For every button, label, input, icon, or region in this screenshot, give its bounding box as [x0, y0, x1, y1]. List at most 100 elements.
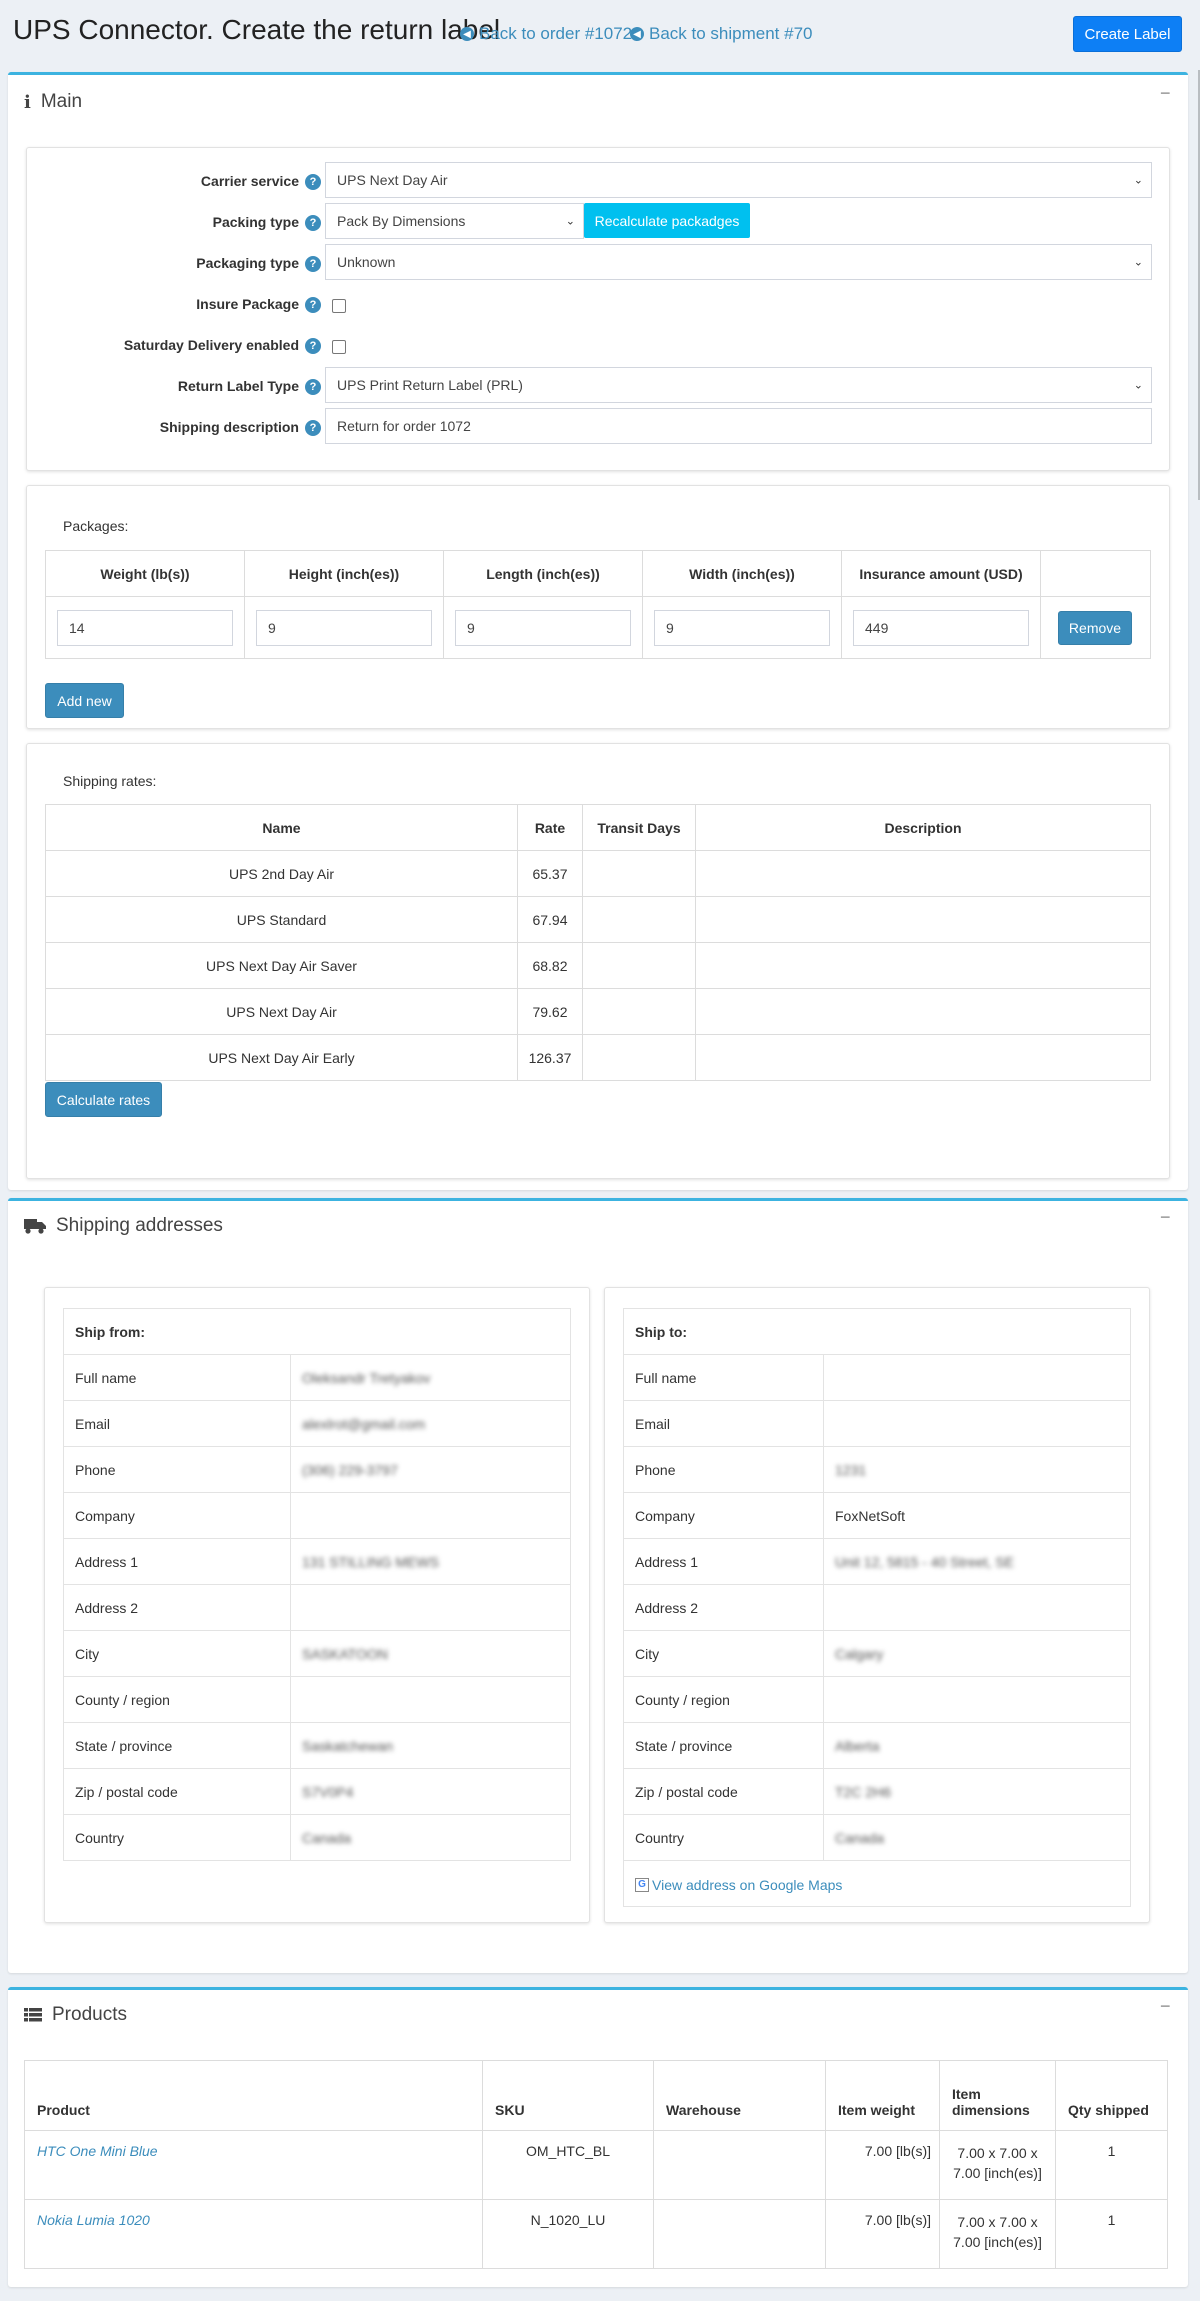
rate-value: 67.94	[517, 896, 583, 943]
rate-row[interactable]: UPS Next Day Air Saver 68.82	[45, 942, 1151, 989]
packing-type-select[interactable]: Pack By Dimensions ⌄	[325, 203, 584, 239]
action-cell: Remove	[1040, 596, 1151, 659]
chevron-down-icon: ⌄	[565, 214, 575, 228]
help-icon[interactable]: ?	[305, 420, 321, 436]
item-weight-cell: 7.00 [lb(s)]	[825, 2130, 940, 2200]
address-row: Company FoxNetSoft	[623, 1492, 1131, 1539]
field-value: S7V0P4	[290, 1768, 571, 1815]
ship-from-heading-row: Ship from:	[63, 1308, 571, 1355]
main-section-title: i Main	[24, 91, 82, 113]
field-label: Phone	[63, 1446, 291, 1493]
rate-description	[695, 850, 1151, 897]
address-row: State / province Saskatchewan	[63, 1722, 571, 1769]
product-name-cell: HTC One Mini Blue	[24, 2130, 483, 2200]
back-to-order-label: Back to order #1072	[479, 24, 633, 43]
address-row: Phone 1231	[623, 1446, 1131, 1493]
remove-package-button[interactable]: Remove	[1058, 610, 1132, 645]
insurance-input[interactable]: 449	[853, 609, 1029, 646]
height-input[interactable]: 9	[256, 609, 432, 646]
field-label: County / region	[623, 1676, 824, 1723]
calculate-rates-button[interactable]: Calculate rates	[45, 1082, 162, 1117]
field-value: Oleksandr Tretyakov	[290, 1354, 571, 1401]
info-icon: i	[24, 91, 31, 113]
carrier-service-value: UPS Next Day Air	[337, 172, 448, 188]
field-label: Email	[63, 1400, 291, 1447]
field-label: Full name	[63, 1354, 291, 1401]
help-icon[interactable]: ?	[305, 215, 321, 231]
help-icon[interactable]: ?	[305, 338, 321, 354]
col-height-header: Height (inch(es))	[244, 550, 444, 597]
google-maps-link[interactable]: G View address on Google Maps	[635, 1877, 842, 1893]
back-to-order-link[interactable]: ◀ Back to order #1072	[460, 24, 632, 44]
google-maps-icon: G	[635, 1877, 649, 1892]
ship-from-heading: Ship from:	[63, 1308, 571, 1355]
dimensions-line-1: 7.00 x 7.00 x	[957, 2145, 1038, 2161]
address-row: County / region	[63, 1676, 571, 1723]
collapse-products-button[interactable]: −	[1160, 1996, 1171, 2017]
help-icon[interactable]: ?	[305, 379, 321, 395]
product-row: HTC One Mini Blue OM_HTC_BL 7.00 [lb(s)]…	[24, 2130, 1168, 2200]
width-input[interactable]: 9	[654, 609, 830, 646]
help-icon[interactable]: ?	[305, 297, 321, 313]
rate-name: UPS Next Day Air	[45, 988, 518, 1035]
create-label-button[interactable]: Create Label	[1073, 16, 1182, 52]
field-value: Unit 12, 5815 - 40 Street, SE	[823, 1538, 1131, 1585]
rate-row[interactable]: UPS Next Day Air Early 126.37	[45, 1034, 1151, 1081]
rate-value: 79.62	[517, 988, 583, 1035]
product-link[interactable]: HTC One Mini Blue	[37, 2143, 158, 2159]
add-new-package-button[interactable]: Add new	[45, 683, 124, 718]
field-label: Company	[623, 1492, 824, 1539]
collapse-addresses-button[interactable]: −	[1160, 1207, 1171, 1228]
help-icon[interactable]: ?	[305, 174, 321, 190]
back-to-shipment-link[interactable]: ◀ Back to shipment #70	[630, 24, 812, 44]
field-label: Address 2	[623, 1584, 824, 1631]
field-value: Calgary	[823, 1630, 1131, 1677]
packages-label: Packages:	[63, 518, 129, 534]
field-label: State / province	[623, 1722, 824, 1769]
shipping-description-input[interactable]: Return for order 1072	[325, 408, 1152, 444]
arrow-left-icon: ◀	[630, 27, 644, 41]
chevron-down-icon: ⌄	[1133, 173, 1143, 187]
length-input[interactable]: 9	[455, 609, 631, 646]
packaging-type-select[interactable]: Unknown ⌄	[325, 244, 1152, 280]
address-row: Company	[63, 1492, 571, 1539]
product-header: Product	[24, 2060, 483, 2131]
rate-row[interactable]: UPS Next Day Air 79.62	[45, 988, 1151, 1035]
insure-package-checkbox[interactable]	[332, 299, 346, 313]
map-link-row: G View address on Google Maps	[623, 1860, 1131, 1907]
transit-days-header: Transit Days	[582, 804, 696, 851]
warehouse-header: Warehouse	[653, 2060, 826, 2131]
rate-row[interactable]: UPS Standard 67.94	[45, 896, 1151, 943]
field-value	[290, 1492, 571, 1539]
product-link[interactable]: Nokia Lumia 1020	[37, 2212, 150, 2228]
rate-row[interactable]: UPS 2nd Day Air 65.37	[45, 850, 1151, 897]
list-icon	[24, 2008, 42, 2022]
address-row: Zip / postal code S7V0P4	[63, 1768, 571, 1815]
address-row: Address 2	[623, 1584, 1131, 1631]
rate-value: 65.37	[517, 850, 583, 897]
ship-from-table: Ship from: Full name Oleksandr Tretyakov …	[63, 1308, 571, 1861]
packaging-type-label: Packaging type	[196, 255, 299, 271]
field-label: County / region	[63, 1676, 291, 1723]
main-form: Carrier service ? UPS Next Day Air ⌄ Pac…	[26, 147, 1170, 471]
width-cell: 9	[642, 596, 842, 659]
saturday-delivery-checkbox[interactable]	[332, 340, 346, 354]
chevron-down-icon: ⌄	[1133, 378, 1143, 392]
address-row: Address 1 Unit 12, 5815 - 40 Street, SE	[623, 1538, 1131, 1585]
address-row: State / province Alberta	[623, 1722, 1131, 1769]
field-value: Alberta	[823, 1722, 1131, 1769]
weight-input[interactable]: 14	[57, 609, 233, 646]
field-label: Country	[623, 1814, 824, 1861]
product-row: Nokia Lumia 1020 N_1020_LU 7.00 [lb(s)] …	[24, 2199, 1168, 2269]
help-icon[interactable]: ?	[305, 256, 321, 272]
field-value: Canada	[290, 1814, 571, 1861]
page-header: UPS Connector. Create the return label ◀…	[0, 0, 1200, 70]
col-insurance-header: Insurance amount (USD)	[841, 550, 1041, 597]
shipping-addresses-label: Shipping addresses	[56, 1215, 223, 1236]
warehouse-cell	[653, 2199, 826, 2269]
return-label-type-select[interactable]: UPS Print Return Label (PRL) ⌄	[325, 367, 1152, 403]
recalculate-packages-button[interactable]: Recalculate packadges	[584, 203, 750, 238]
chevron-down-icon: ⌄	[1133, 255, 1143, 269]
collapse-main-button[interactable]: −	[1160, 83, 1171, 104]
carrier-service-select[interactable]: UPS Next Day Air ⌄	[325, 162, 1152, 198]
